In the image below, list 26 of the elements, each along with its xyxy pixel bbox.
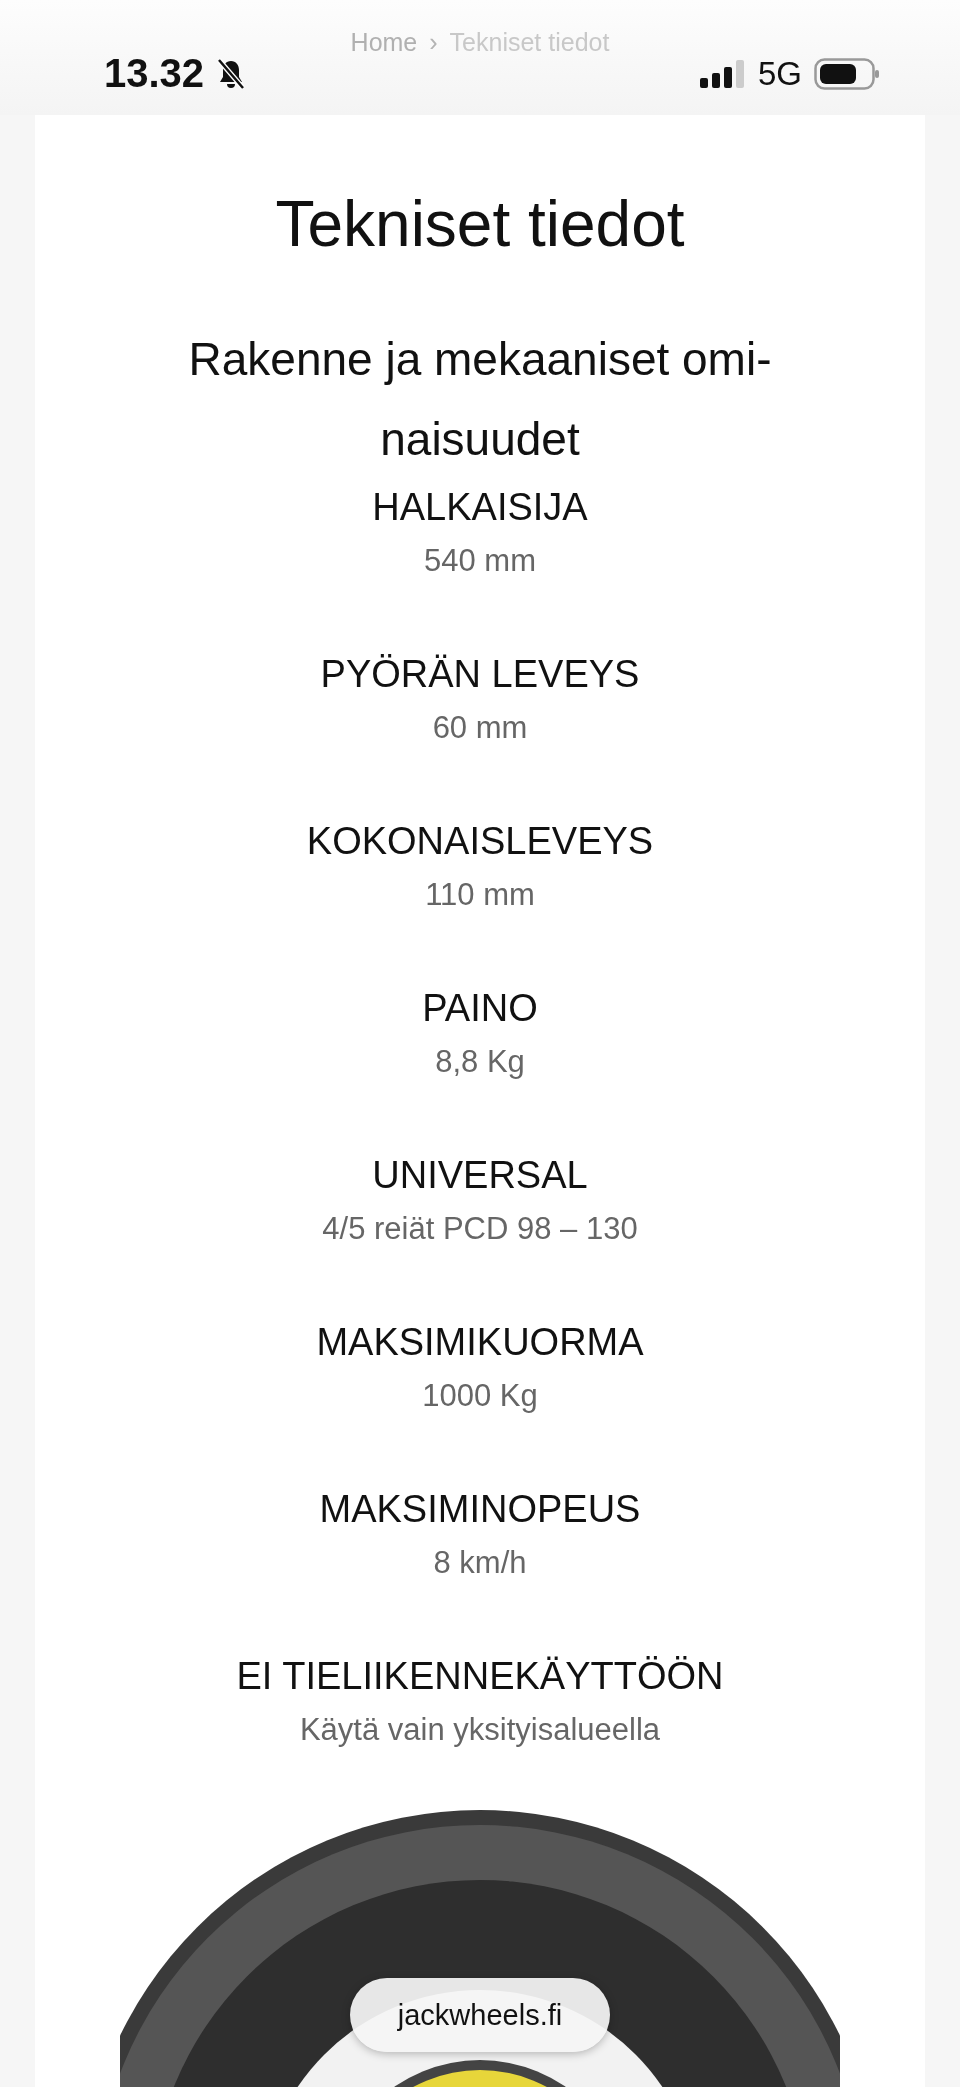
spec-value: 8 km/h (433, 1544, 527, 1582)
spec-label: KOKONAISLEVEYS (306, 819, 654, 864)
spec-value: 1000 Kg (422, 1377, 538, 1415)
battery-icon (814, 57, 880, 90)
spec-value: 110 mm (425, 876, 535, 914)
network-label: 5G (757, 54, 802, 93)
page-title: Tekniset tiedot (275, 187, 685, 261)
spec-label: MAKSIMINOPEUS (319, 1487, 641, 1532)
url-pill[interactable]: jackwheels.fi (350, 1978, 610, 2052)
spec-value: 60 mm (432, 709, 528, 747)
spec-label: UNIVERSAL (372, 1153, 588, 1198)
section-heading: Rakenne ja mekaaniset omi- naisuudet (188, 332, 772, 467)
spec-label: PYÖRÄN LEVEYS (320, 652, 640, 697)
spec-label: PAINO (422, 986, 538, 1031)
muted-bell-icon (216, 57, 247, 90)
spec-value: 4/5 reiät PCD 98 – 130 (322, 1210, 638, 1248)
spec-value: Käytä vain yksityisalueella (299, 1711, 661, 1749)
breadcrumb-link[interactable]: Home (350, 28, 418, 57)
spec-label: MAKSIMIKUORMA (316, 1320, 644, 1365)
spec-value: 8,8 Kg (435, 1043, 525, 1081)
status-time: 13.32 (104, 51, 205, 96)
spec-label: EI TIELIIKENNEKÄYTTÖÖN (236, 1654, 724, 1699)
breadcrumb-separator: › (429, 28, 438, 57)
spec-label: HALKAISIJA (372, 485, 588, 530)
spec-value: 540 mm (424, 542, 536, 580)
signal-icon (699, 59, 746, 88)
